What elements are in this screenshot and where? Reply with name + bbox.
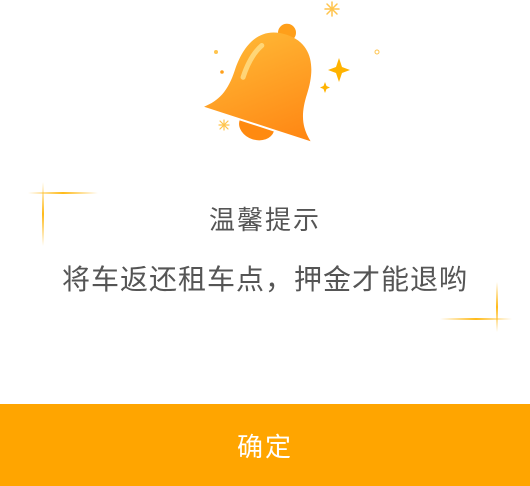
alert-dialog: 温馨提示 将车返还租车点，押金才能退哟 确定 — [0, 0, 530, 486]
confirm-button[interactable]: 确定 — [0, 404, 530, 486]
dialog-message: 将车返还租车点，押金才能退哟 — [61, 263, 468, 296]
sparkle-burst-icon — [324, 1, 340, 17]
dialog-title: 温馨提示 — [208, 206, 321, 236]
sparkle-icon — [320, 58, 350, 93]
sparkle-small-icon — [218, 119, 230, 131]
bell-icon — [204, 23, 312, 142]
